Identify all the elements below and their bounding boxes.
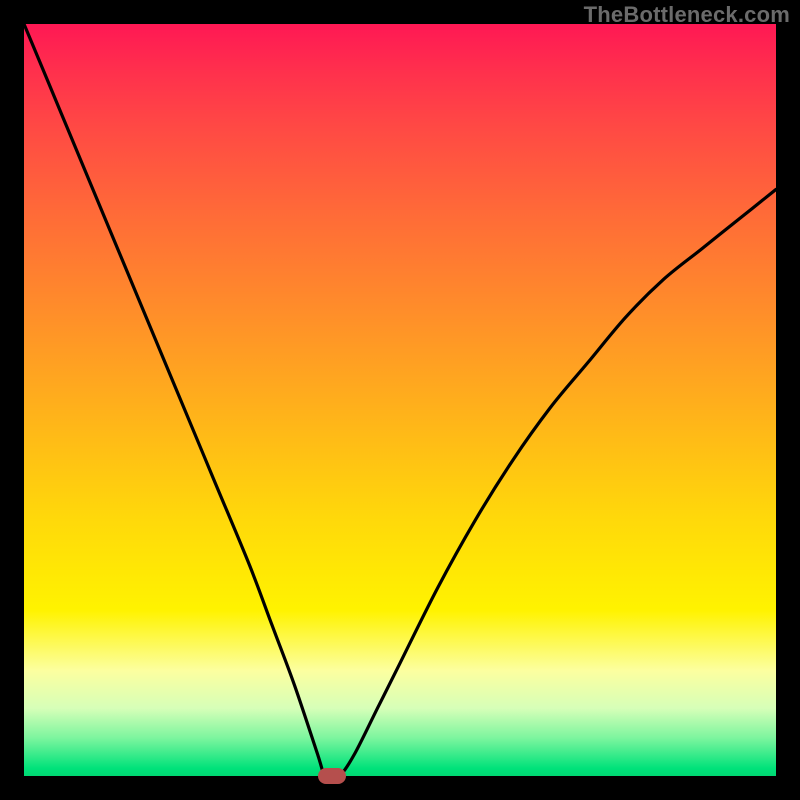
curve-svg xyxy=(24,24,776,776)
optimum-marker xyxy=(318,768,346,784)
chart-frame: TheBottleneck.com xyxy=(0,0,800,800)
plot-area xyxy=(24,24,776,776)
bottleneck-curve xyxy=(24,24,776,776)
watermark-text: TheBottleneck.com xyxy=(584,2,790,28)
